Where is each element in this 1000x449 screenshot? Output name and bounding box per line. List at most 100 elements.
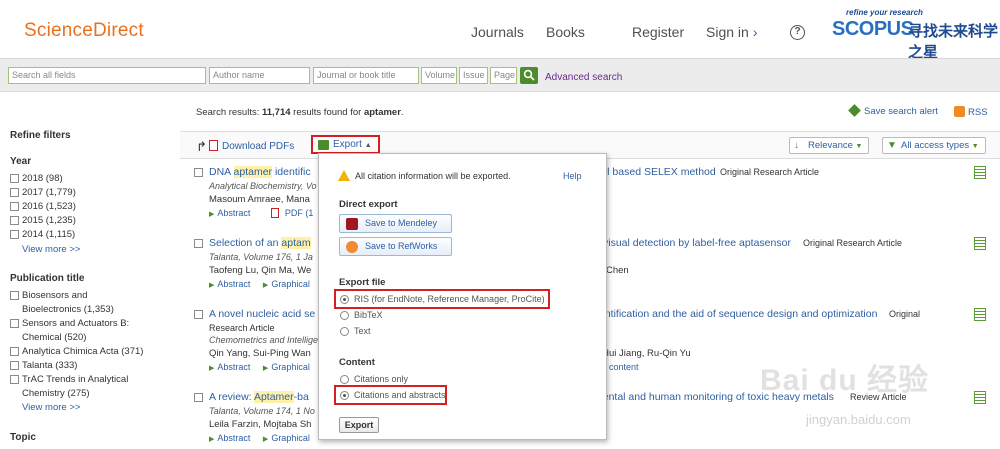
ris-radio[interactable] xyxy=(340,295,349,304)
export-file-heading: Export file xyxy=(339,277,386,288)
scopus-logo[interactable]: refine your research SCOPUS 寻找未来科学之星 xyxy=(832,8,1000,61)
abstract-label: Abstract xyxy=(217,362,251,372)
publication-option: Analytica Chimica Acta (371) xyxy=(22,346,144,357)
citations-abstracts-radio[interactable] xyxy=(340,391,349,400)
result-journal: Chemometrics and Intellige xyxy=(209,335,319,345)
publication-checkbox[interactable] xyxy=(10,319,19,328)
result-journal: Talanta, Volume 174, 1 No xyxy=(209,406,315,416)
export-button[interactable]: Export ▲ xyxy=(311,135,380,154)
result-title-link[interactable]: Selection of an aptam xyxy=(209,237,311,249)
document-icon[interactable] xyxy=(974,391,986,404)
access-types-label: All access types xyxy=(901,140,970,151)
result-checkbox[interactable] xyxy=(194,393,203,402)
search-icon xyxy=(523,69,535,81)
nav-books[interactable]: Books xyxy=(546,24,585,40)
search-button[interactable] xyxy=(520,67,538,84)
abstract-label: Abstract xyxy=(217,433,251,443)
title-highlight: Aptamer xyxy=(253,391,294,403)
search-bar: Search all fields Author name Journal or… xyxy=(0,58,1000,92)
abstract-link[interactable]: ▶ Abstract xyxy=(209,279,250,289)
title-text: A review: xyxy=(209,391,254,403)
baidu-watermark: Bai du 经验 xyxy=(760,364,930,397)
save-to-mendeley-button[interactable]: Save to Mendeley xyxy=(339,214,452,233)
search-all-fields-input[interactable]: Search all fields xyxy=(8,67,206,84)
publication-checkbox[interactable] xyxy=(10,375,19,384)
graphical-abstract-link[interactable]: ▶ Graphical xyxy=(263,362,310,372)
citations-only-radio[interactable] xyxy=(340,375,349,384)
bibtex-radio[interactable] xyxy=(340,311,349,320)
year-checkbox[interactable] xyxy=(10,188,19,197)
year-checkbox[interactable] xyxy=(10,174,19,183)
abstract-link[interactable]: ▶ Abstract xyxy=(209,433,250,443)
graphical-abstract-link[interactable]: ▶ Graphical xyxy=(263,433,310,443)
refworks-icon xyxy=(346,241,358,253)
download-arrow-icon: ↱ xyxy=(196,139,207,154)
nav-sign-in[interactable]: Sign in › xyxy=(706,24,757,40)
sciencedirect-logo[interactable]: ScienceDirect xyxy=(24,20,144,42)
result-title-link[interactable]: A novel nucleic acid se xyxy=(209,308,315,320)
document-icon[interactable] xyxy=(974,237,986,250)
result-title-link[interactable]: visual detection by label-free aptasenso… xyxy=(603,237,791,249)
sort-relevance-dropdown[interactable]: ↓ Relevance ▼ xyxy=(789,137,869,154)
triangle-right-icon: ▶ xyxy=(262,365,269,372)
site-header: ScienceDirect Journals Books Register Si… xyxy=(0,0,1000,61)
text-option-label: Text xyxy=(354,326,371,336)
download-pdfs-link[interactable]: Download PDFs xyxy=(209,140,294,152)
publication-view-more-link[interactable]: View more >> xyxy=(22,402,80,413)
volume-input[interactable]: Volume xyxy=(421,67,457,84)
rss-link[interactable]: RSS xyxy=(954,106,988,118)
graphical-abstract-link[interactable]: ▶ Graphical xyxy=(263,279,310,289)
mendeley-icon xyxy=(346,218,358,230)
result-title-link[interactable]: DNA aptamer identific xyxy=(209,166,311,178)
year-heading: Year xyxy=(10,156,32,167)
baidu-watermark-url: jingyan.baidu.com xyxy=(806,412,911,427)
result-title-link[interactable]: entification and the aid of sequence des… xyxy=(599,308,877,320)
result-checkbox[interactable] xyxy=(194,168,203,177)
page-input[interactable]: Page xyxy=(490,67,517,84)
citations-abstracts-label: Citations and abstracts xyxy=(354,390,446,400)
help-icon[interactable]: ? xyxy=(790,25,805,40)
year-view-more-link[interactable]: View more >> xyxy=(22,244,80,255)
journal-title-input[interactable]: Journal or book title xyxy=(313,67,419,84)
year-option: 2015 (1,235) xyxy=(22,215,76,226)
mendeley-label: Save to Mendeley xyxy=(365,218,438,228)
advanced-search-link[interactable]: Advanced search xyxy=(545,72,622,83)
export-submit-button[interactable]: Export xyxy=(339,417,379,433)
nav-journals[interactable]: Journals xyxy=(471,24,524,40)
save-to-refworks-button[interactable]: Save to RefWorks xyxy=(339,237,452,256)
result-authors: Qin Yang, Sui-Ping Wan xyxy=(209,348,311,359)
graphical-label: Graphical xyxy=(271,433,310,443)
abstract-link[interactable]: ▶ Abstract xyxy=(209,362,250,372)
save-search-alert-link[interactable]: Save search alert xyxy=(848,104,938,117)
pdf-link[interactable]: PDF (1 xyxy=(270,208,313,218)
result-authors: Leila Farzin, Mojtaba Sh xyxy=(209,419,312,430)
nav-register[interactable]: Register xyxy=(632,24,684,40)
access-type-dropdown[interactable]: ▼ All access types ▼ xyxy=(882,137,986,154)
result-title-link[interactable]: all based SELEX method xyxy=(599,166,716,178)
pdf-icon xyxy=(209,140,218,151)
author-name-input[interactable]: Author name xyxy=(209,67,310,84)
publication-checkbox[interactable] xyxy=(10,361,19,370)
issue-input[interactable]: Issue xyxy=(459,67,488,84)
year-checkbox[interactable] xyxy=(10,230,19,239)
results-prefix: Search results: xyxy=(196,107,262,118)
publication-checkbox[interactable] xyxy=(10,291,19,300)
year-checkbox[interactable] xyxy=(10,202,19,211)
publication-checkbox[interactable] xyxy=(10,347,19,356)
abstract-link[interactable]: ▶ Abstract xyxy=(209,208,250,218)
result-title-link[interactable]: A review: Aptamer-ba xyxy=(209,391,309,403)
article-type: Original xyxy=(889,309,921,319)
result-journal: Analytical Biochemistry, Vo xyxy=(209,181,317,191)
result-journal: Talanta, Volume 176, 1 Ja xyxy=(209,252,313,262)
year-checkbox[interactable] xyxy=(10,216,19,225)
document-icon[interactable] xyxy=(974,166,986,179)
document-icon[interactable] xyxy=(974,308,986,321)
results-term: aptamer xyxy=(363,107,401,118)
triangle-right-icon: ▶ xyxy=(209,211,215,218)
triangle-right-icon: ▶ xyxy=(209,282,215,289)
result-links: ▶ Abstract ▶ Graphical xyxy=(209,362,310,372)
result-checkbox[interactable] xyxy=(194,239,203,248)
text-radio[interactable] xyxy=(340,327,349,336)
help-link[interactable]: Help xyxy=(563,171,582,181)
result-checkbox[interactable] xyxy=(194,310,203,319)
